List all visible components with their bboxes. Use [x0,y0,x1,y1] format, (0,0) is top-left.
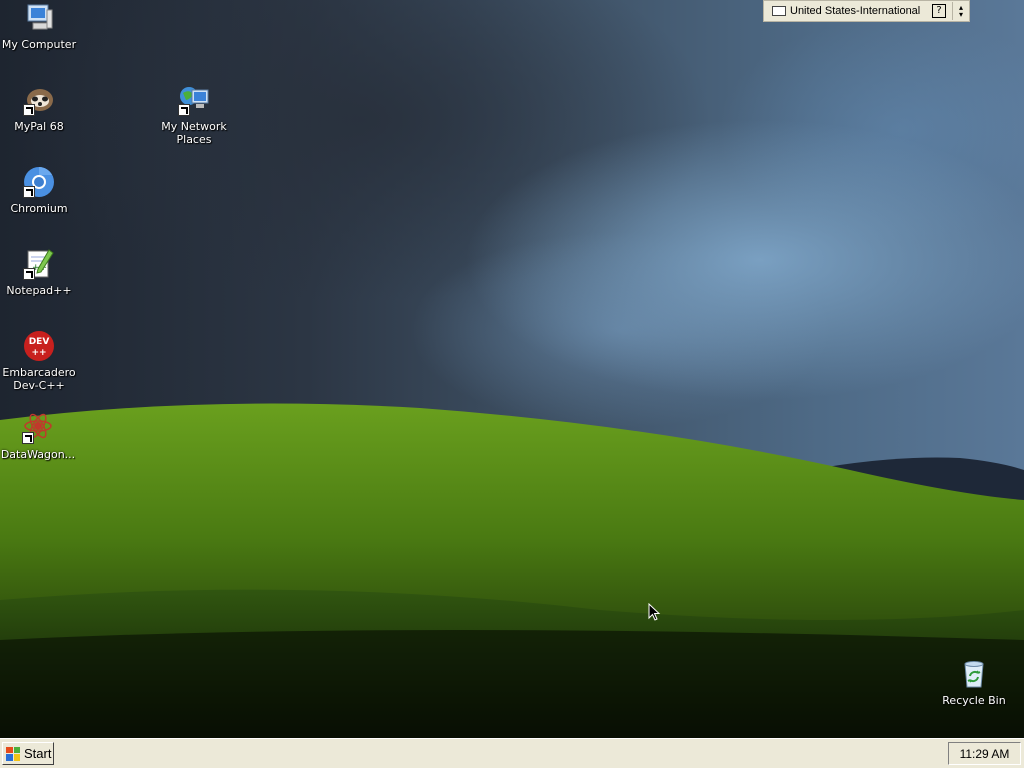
chromium-icon [23,166,55,198]
svg-text:++: ++ [31,348,46,358]
desktop-wallpaper [0,0,1024,738]
desktop-icon-my-computer[interactable]: My Computer [1,2,77,51]
svg-text:DEV: DEV [29,337,50,347]
start-label: Start [24,746,52,761]
desktop-icon-notepad-plus-plus[interactable]: ++ Notepad++ [1,248,77,297]
desktop-icon-recycle-bin[interactable]: Recycle Bin [936,658,1012,707]
desktop-icon-datawagon[interactable]: DataWagon... [0,412,76,461]
wallpaper-hills [0,403,1024,738]
notepad-plus-plus-icon: ++ [23,248,55,280]
desktop-icon-label: Chromium [10,202,68,215]
language-bar-options-icon[interactable]: ▴ ▾ [957,4,965,19]
shortcut-arrow-icon [23,186,35,198]
system-tray: 11:29 AM [948,742,1021,765]
language-label[interactable]: United States-International [790,5,932,17]
desktop-icon-label: MyPal 68 [14,120,64,133]
shortcut-arrow-icon [23,104,35,116]
desktop-icon-mypal[interactable]: MyPal 68 [1,84,77,133]
desktop-icon-embarcadero-dev-cpp[interactable]: DEV ++ Embarcadero Dev-C++ [1,330,77,392]
taskbar: Start 11:29 AM [0,738,1024,768]
network-places-icon [178,84,210,116]
mouse-cursor-icon [648,603,661,621]
desktop-icon-label: DataWagon... [0,448,76,461]
dev-cpp-icon: DEV ++ [23,330,55,362]
shortcut-arrow-icon [178,104,190,116]
keyboard-icon [772,6,786,16]
desktop-icon-label: My Network Places [161,120,227,146]
desktop-icon-chromium[interactable]: Chromium [1,166,77,215]
language-bar-divider [952,2,953,20]
desktop-icon-my-network-places[interactable]: My Network Places [156,84,232,146]
datawagon-icon [22,412,54,444]
desktop-icon-label: My Computer [1,38,77,51]
desktop-icon-label: Embarcadero Dev-C++ [2,366,76,392]
start-button[interactable]: Start [2,742,54,765]
language-bar[interactable]: United States-International ? ▴ ▾ [763,0,970,22]
shortcut-arrow-icon [23,268,35,280]
desktop-icon-label: Recycle Bin [942,694,1006,707]
recycle-bin-icon [958,658,990,690]
mypal-icon [23,84,55,116]
shortcut-arrow-icon [22,432,34,444]
help-icon[interactable]: ? [932,4,946,18]
desktop-icon-label: Notepad++ [6,284,72,297]
windows-logo-icon [6,746,20,761]
clock[interactable]: 11:29 AM [960,747,1010,761]
computer-icon [23,2,55,34]
